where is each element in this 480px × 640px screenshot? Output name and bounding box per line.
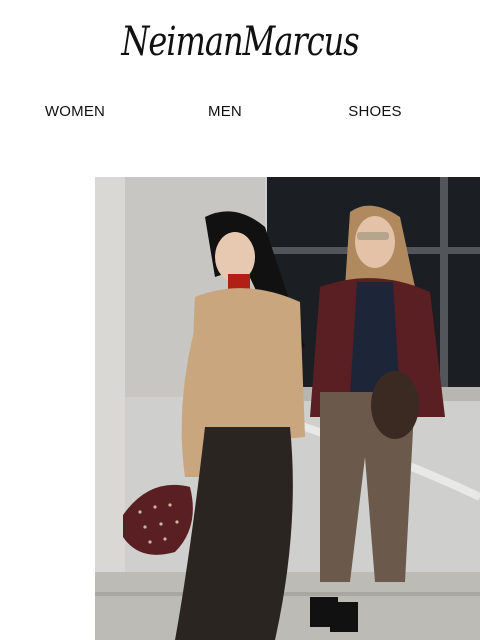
steps [95,572,480,640]
window-mullion [440,177,448,392]
woven-clutch [371,371,419,439]
nav-item-shoes[interactable]: SHOES [348,103,402,120]
hero-illustration [95,177,480,640]
face-right [355,216,395,268]
step-edge [95,592,480,596]
nav-item-men[interactable]: MEN [208,103,242,120]
main-nav: WOMEN MEN SHOES [0,103,480,123]
pillar [95,177,125,640]
nav-item-women[interactable]: WOMEN [45,103,105,120]
brand-logo[interactable]: NeimanMarcus [0,17,480,65]
sunglasses [357,232,389,240]
shoe-right-2 [330,602,358,632]
hero-image[interactable] [95,177,480,640]
